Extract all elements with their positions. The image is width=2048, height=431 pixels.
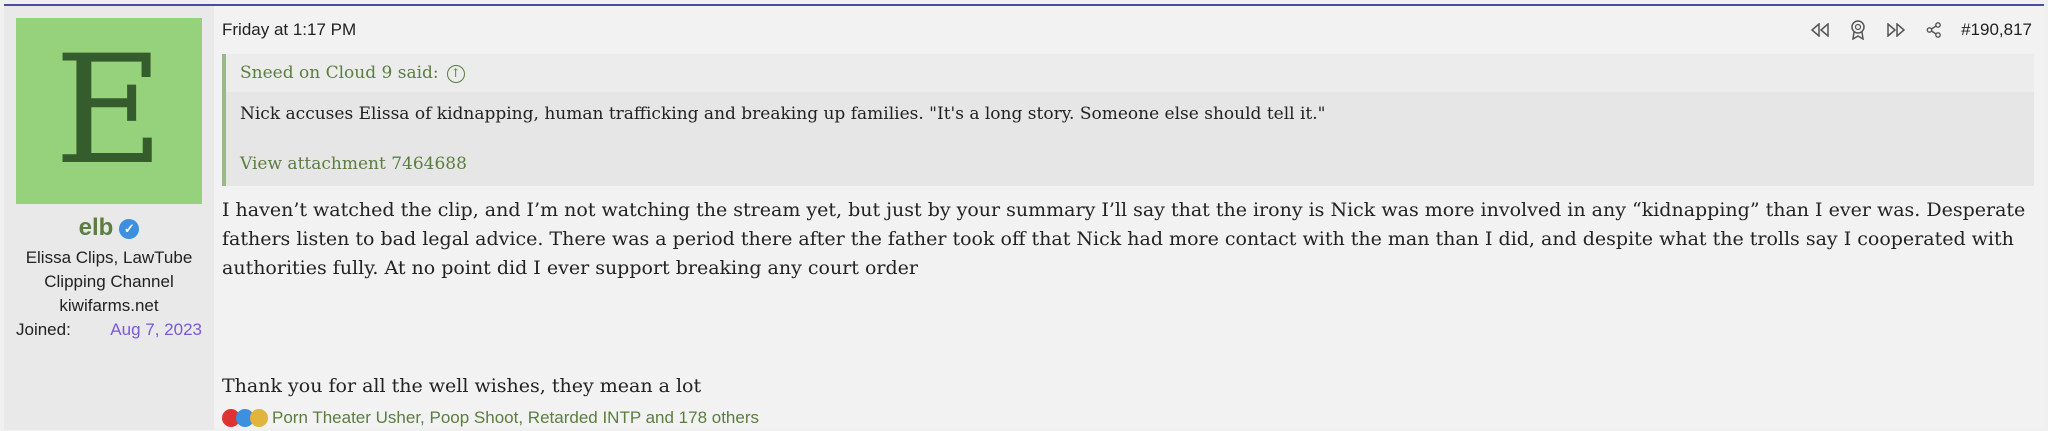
quote-text: Nick accuses Elissa of kidnapping, human… (240, 104, 1326, 124)
joined-date: Aug 7, 2023 (110, 320, 202, 339)
user-sidebar: E elb ✓ Elissa Clips, LawTube Clipping Ch… (4, 6, 214, 430)
body-paragraph: I haven’t watched the clip, and I’m not … (222, 199, 2026, 279)
user-title-line: Elissa Clips, LawTube (25, 248, 193, 267)
post-container: E elb ✓ Elissa Clips, LawTube Clipping Ch… (4, 4, 2044, 430)
post-main: Friday at 1:17 PM #190,817 Sneed on Clou… (222, 6, 2034, 430)
medal-icon (250, 409, 268, 427)
verified-badge-icon: ✓ (119, 218, 140, 239)
username[interactable]: elb ✓ (4, 214, 214, 242)
award-icon[interactable] (1847, 19, 1869, 41)
arrow-up-circle-icon[interactable]: ↑ (446, 64, 465, 83)
attachment-link[interactable]: View attachment 7464688 (240, 154, 467, 174)
body-paragraph: Thank you for all the well wishes, they … (222, 375, 702, 397)
quote-author[interactable]: Sneed on Cloud 9 said: (240, 63, 439, 83)
user-title-line: Clipping Channel (44, 272, 174, 291)
rewind-icon[interactable] (1809, 19, 1831, 41)
quote-block: Sneed on Cloud 9 said: ↑ Nick accuses Eli… (222, 54, 2034, 186)
reactions-list[interactable]: Porn Theater Usher, Poop Shoot, Retarded… (272, 408, 759, 428)
quote-header[interactable]: Sneed on Cloud 9 said: ↑ (226, 54, 2034, 92)
share-icon[interactable] (1923, 19, 1945, 41)
username-text[interactable]: elb (79, 214, 114, 241)
joined-label: Joined: (16, 320, 71, 339)
reaction-icons[interactable] (222, 409, 268, 427)
avatar-letter: E (54, 24, 164, 198)
user-title-line: kiwifarms.net (59, 296, 159, 315)
user-title: Elissa Clips, LawTube Clipping Channel k… (14, 246, 204, 318)
joined-row: Joined: Aug 7, 2023 (16, 320, 202, 340)
fast-forward-icon[interactable] (1885, 19, 1907, 41)
post-date[interactable]: Friday at 1:17 PM (222, 20, 356, 40)
avatar[interactable]: E (16, 18, 202, 204)
post-tools: #190,817 (1809, 18, 2032, 42)
post-number-link[interactable]: #190,817 (1961, 20, 2032, 40)
reactions-bar: Porn Theater Usher, Poop Shoot, Retarded… (222, 408, 759, 428)
post-body: I haven’t watched the clip, and I’m not … (222, 196, 2034, 397)
